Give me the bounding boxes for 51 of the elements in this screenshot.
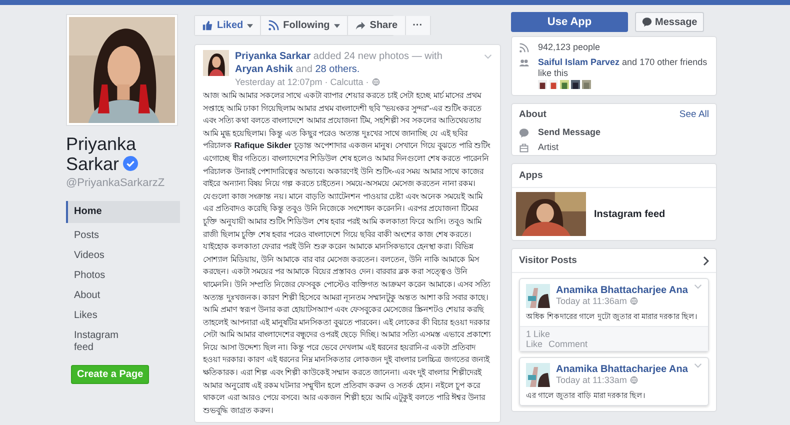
message-button[interactable]: Message — [635, 12, 704, 32]
share-arrow-icon — [354, 20, 366, 31]
people-icon — [519, 58, 529, 68]
chat-bubble-icon — [642, 17, 652, 27]
chevron-down-icon[interactable] — [484, 54, 492, 59]
rss-icon — [519, 43, 529, 53]
globe-icon — [372, 78, 380, 86]
sidebar-item[interactable]: Videos — [66, 247, 140, 265]
visitor-name[interactable]: Anamika Bhattacharjee Ana — [556, 364, 688, 375]
globe-icon — [630, 297, 638, 305]
post-time: Today at 11:33am — [556, 375, 627, 385]
friend-link[interactable]: Saiful Islam Parvez — [538, 57, 620, 67]
visitor-name[interactable]: Anamika Bhattacharjee Ana — [556, 285, 688, 296]
sidebar-item[interactable]: Likes — [66, 307, 140, 325]
like-count: 1 Like — [526, 329, 552, 339]
about-link[interactable]: Artist — [538, 142, 559, 153]
chevron-down-icon[interactable] — [694, 363, 702, 368]
sidebar-item[interactable]: Home — [66, 201, 180, 223]
page-username: @PriyankaSarkarzZ — [66, 177, 166, 189]
apps-heading: Apps — [519, 170, 543, 181]
caret-icon — [334, 24, 340, 28]
sidebar-item[interactable]: About — [66, 287, 140, 305]
sidebar-item[interactable]: Instagram feed — [66, 327, 140, 357]
about-link[interactable]: Send Message — [538, 127, 601, 138]
briefcase-icon — [519, 143, 529, 153]
chevron-right-icon[interactable] — [703, 256, 709, 266]
post-text: আজ আমি আমার সকলের সাথে একটা ব্যাপার শেয়ার করতে চাই সেটা হচ্ছে মার্চ মাসের প্রথম সপ্তাহে আমি ঢাকা গিয়েছিলাম আমার প্রথম বাংলাদেশী ছবি "ভয়ংকর সুন্দর"-এর শুটিং করতে এবং সত্যি কথা বলতে বাংলাদেশে আমার প্রযোজনা টিম, সহশিল্পী সব সকলের আতিথেয়তায় আমি মুগ্ধ হয়েছিলাম। কিন্তু এত কিছুর পরেও অত্যন্ত দুঃখের সাথে জানাচ্ছি যে এই ছবির পরিচালক Rafique Sikder চূড়ান্ত অপেশাদার একজন মানুষ। সেখানে গিয়ে বুঝতে পারি শুটিং এগোচ্ছে ধীর গতিতে। বাংলাদেশের শিডিউল শেষ হলেও আমার দিনগুলো শেষ করতে পারেননি পরিচালক উনারই পেশাদারিত্বের অভাবে। অকারণেই উনি শুটিং-এর সময় আমার সাথে কাজের বাইরে অন্যান্য বিষয় নিয়ে গল্প করতে চাইতেন। সময়ে-অসময়ে মেসেজ করতেন নানা রকম। যেগুলো কাজ সংক্রান্ত নয়। মানে বাড়তি অ্যাটেনশন পাওয়ার চেষ্টা এবং অনেক সময়েই আমি এর প্রতিবাদও করেছি কিন্তু তবুও উনি নিজেকে সংশোধন করেননি। এরপর প্রযোজনা টিমের চুক্তি অনুযায়ী আমার শুটিং শিডিউল শেষ হবার পরই আমি কলকাতা ফিরে আসি। তবুও আমি রাজী ছিলাম চুক্তি শেষ হবার পরেও বাংলাদেশে গিয়ে ছবির বাকী অংশের কাজ শেষ করতে। যাইহোক কলকাতা ফেরার পরই উনি শুরু করেন আমাকে মানসিকভাবে হেনস্থা করা। বিভিন্ন সোশ্যাল মিডিয়ায়, উনি আমাকে বার বার মেসেজ করতেন। বলতেন, উনি নাকি আমাকে মিস করছেন। একটা সময়ের পর আমাকে বিয়ের প্রস্তাবও দেন। বারবার ব্লক করা সত্ত্বেও উনি থামেননি। উনি সম্প্রতি নিজের ফেসবুক পোস্টেও ব্যক্তিগত আক্রমণ করেন আমাকে। এসব সত্যি অত্যন্ত দুঃখজনক। কারণ শিল্পী হিসেবে আমরা ন্যূনতম সম্মানটুকু অন্তত আশা করি সবার কাছে। আমি প্রমাণ স্বরূপ উনার করা হোয়াটসঅ্যাপ এবং ফেসবুকের মেসেজের স্ক্রিনশটও শেয়ার করছি তাহলেই আপনারা এই মানুষটির মানসিকতা বুঝতে পারবেন। এই লোকের কী বিচার হওয়া দরকার সেটা আমি আমার বাংলাদেশের বন্ধুদের ওপরই ছেড়ে দিচ্ছি। আমার সত্যি এসমস্ত এভাবে প্রকাশ্যে নিয়ে আসা উদ্দেশ্য ছিল না। কিন্তু পরে ভেবে দেখলাম এই ধরনের হয়রানি-র একটা প্রতিবাদ হওয়া দরকার। কারণ এই ধরনের নিম্ন মানসিকতার লোকজন দুই বাংলার চলচ্চিত্র জগতের জন্যই ক্ষতিকারক। এরা শিল্প এবং শিল্পী কাউকেই সম্মান করতে জানেনা। এবং দুই বাংলার শিল্পীদেরই আমার অনুরোধ এই রকম ঘটনার সম্মুখীন হলে প্রতিবাদ করুন ও সতর্ক হোন। নইলে চুপ করে থাকলে এরা আরও পেয়ে বসবে। আর একজন শিল্পী হয়ে আমি এটুকুই বলতে পারি ঈশ্বর উনার শুভবুদ্ধি জাগ্রত করুন। — [203, 90, 492, 418]
page-name: Priyanka Sarkar — [66, 134, 140, 174]
follower-count: 942,123 people — [538, 42, 600, 53]
tagged-link[interactable]: Aryan Ashik — [235, 64, 293, 75]
rss-icon — [268, 20, 280, 31]
globe-icon — [630, 376, 638, 384]
action-button[interactable]: ··· — [406, 16, 431, 35]
friends-like-text: Saiful Islam Parvez and 170 other friends like this — [538, 57, 708, 79]
post-time: Today at 11:36am — [556, 296, 627, 306]
sidebar-item[interactable]: Photos — [66, 267, 140, 285]
action-button[interactable]: Liked — [195, 16, 262, 35]
post-header-text: Priyanka Sarkar added 24 new photos — with Aryan Ashik and 28 others. — [235, 50, 444, 76]
about-heading: About — [519, 109, 546, 120]
sidebar-item[interactable]: Posts — [66, 227, 140, 245]
others-link[interactable]: 28 others. — [315, 64, 360, 75]
post-time: Yesterday at 12:07pm · Calcutta · — [235, 77, 369, 87]
visitor-posts-heading: Visitor Posts — [519, 255, 577, 266]
caret-icon — [247, 24, 254, 28]
app-name[interactable]: Instagram feed — [594, 208, 666, 220]
see-all-link[interactable]: See All — [679, 109, 709, 120]
thumbs-up-icon — [202, 20, 213, 31]
use-app-button[interactable]: Use App — [511, 12, 628, 32]
author-link[interactable]: Priyanka Sarkar — [235, 51, 311, 62]
chat-bubble-icon — [519, 128, 529, 138]
chevron-down-icon[interactable] — [694, 284, 702, 289]
